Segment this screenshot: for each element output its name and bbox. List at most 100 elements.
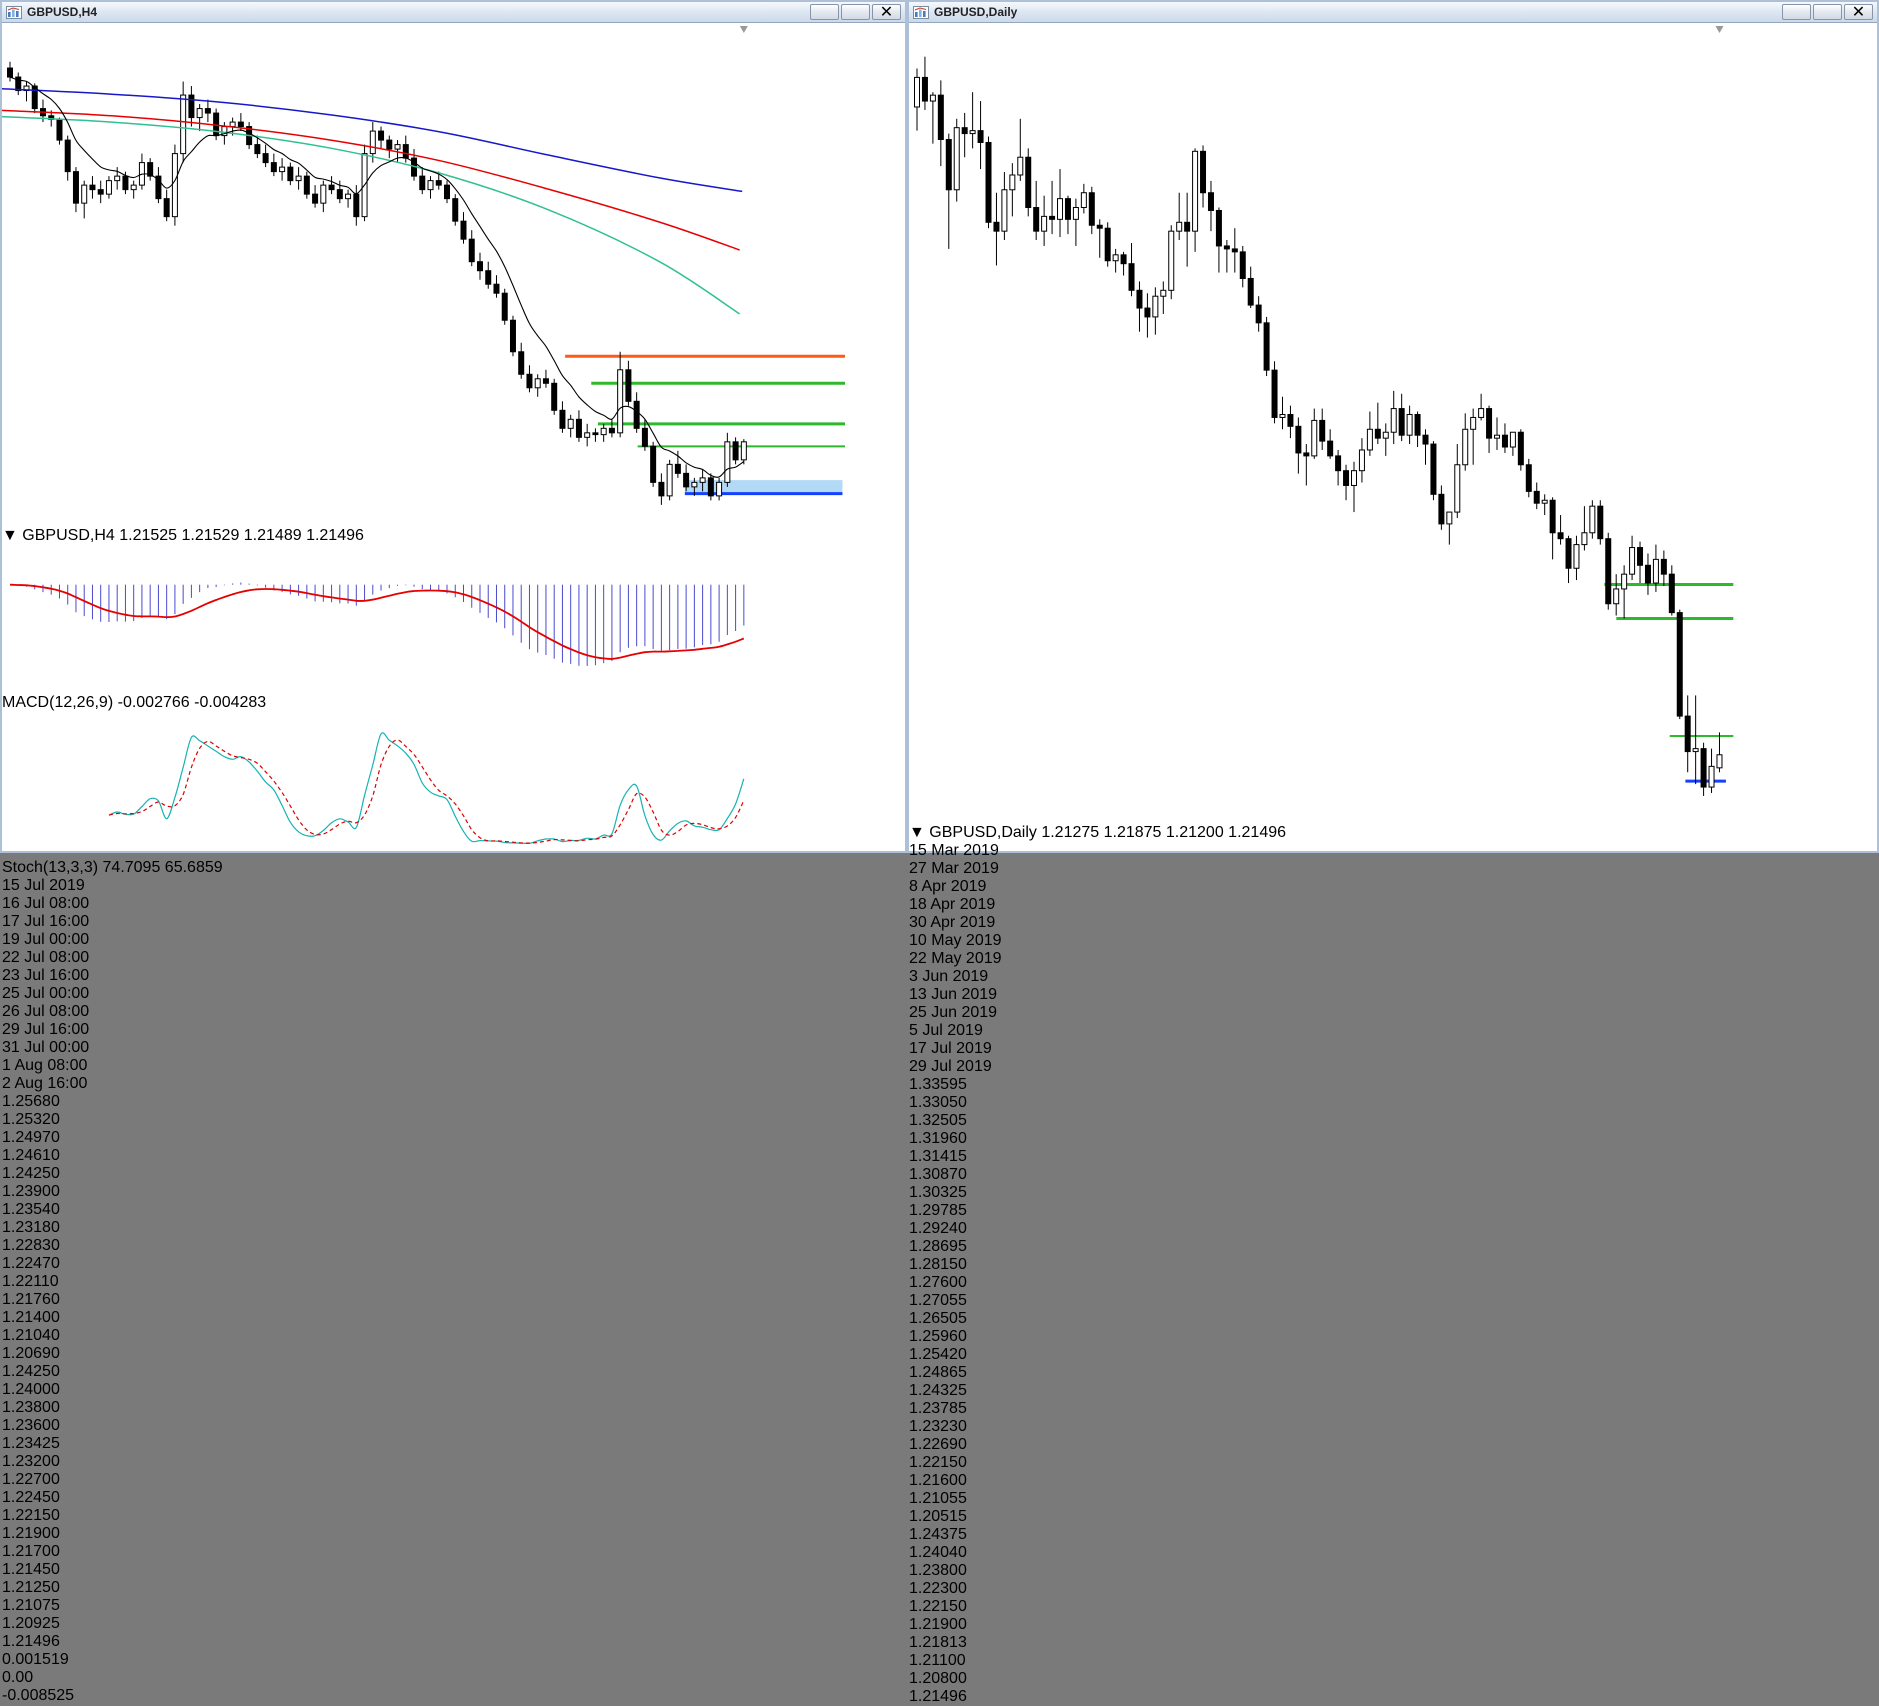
- chart-ohlc-values: 1.21275 1.21875 1.21200 1.21496: [1041, 824, 1287, 841]
- time-axis-label: 25 Jul 00:00: [2, 985, 90, 1002]
- time-axis[interactable]: 15 Jul 2019 16 Jul 08:00 17 Jul 16:00 19 Ju…: [2, 877, 905, 1093]
- chart-ohlc-values: 1.21525 1.21529 1.21489 1.21496: [119, 527, 364, 544]
- level-price-tag: 1.22700: [2, 1471, 60, 1488]
- price-axis-label: 1.22110: [2, 1273, 59, 1290]
- level-price-tag: 1.24040: [909, 1544, 967, 1561]
- stochastic-label: Stoch(13,3,3): [2, 859, 99, 876]
- time-axis-label: 17 Jul 2019: [909, 1040, 992, 1057]
- price-axis-label: 1.22150: [909, 1454, 967, 1471]
- price-axis-label: 1.29240: [909, 1220, 967, 1237]
- symbol-dropdown-icon[interactable]: ▼: [909, 824, 925, 841]
- current-price-tag: 1.21496: [909, 1688, 967, 1705]
- chart-window-icon: [6, 5, 22, 19]
- macd-plot[interactable]: [2, 545, 845, 689]
- level-price-tag: 1.21900: [2, 1525, 60, 1542]
- price-axis-label: 1.25680: [2, 1093, 60, 1110]
- price-axis-label: 1.23540: [2, 1201, 60, 1218]
- minimize-button[interactable]: [1782, 4, 1811, 20]
- stochastic-header: Stoch(13,3,3) 74.7095 65.6859: [2, 859, 905, 877]
- price-axis-label: 1.23900: [2, 1183, 60, 1200]
- price-axis-label: 1.25960: [909, 1328, 967, 1345]
- price-axis-label: 1.23785: [909, 1400, 967, 1417]
- time-axis-label: 23 Jul 16:00: [2, 967, 90, 984]
- minimize-button[interactable]: [810, 4, 839, 20]
- time-axis[interactable]: 15 Mar 2019 27 Mar 2019 8 Apr 2019 18 Apr 2…: [909, 842, 1877, 1076]
- time-axis-label: 2 Aug 16:00: [2, 1075, 88, 1092]
- candlestick-plot[interactable]: [909, 23, 1830, 819]
- time-axis-label: 3 Jun 2019: [909, 968, 989, 985]
- price-axis-label: 0.00: [2, 1669, 34, 1686]
- price-axis-label: 1.22830: [2, 1237, 60, 1254]
- time-axis-label: 15 Jul 2019: [2, 877, 85, 894]
- price-axis-label: 1.28695: [909, 1238, 967, 1255]
- time-axis-label: 29 Jul 2019: [909, 1058, 992, 1075]
- close-button[interactable]: ✕: [872, 4, 901, 21]
- close-icon: ✕: [879, 4, 894, 21]
- time-axis-label: 31 Jul 00:00: [2, 1039, 90, 1056]
- window-titlebar[interactable]: GBPUSD,H4 ✕: [2, 2, 905, 23]
- chart-window-gbpusd-daily: GBPUSD,Daily ✕ ▼ GBPUSD,Daily 1.21275 1.…: [907, 0, 1879, 1705]
- price-axis-label: 1.20690: [2, 1345, 60, 1362]
- price-axis-label: 1.28150: [909, 1256, 967, 1273]
- level-price-tag: 1.24250: [2, 1363, 60, 1380]
- level-price-tag: 1.23600: [2, 1417, 60, 1434]
- time-axis-label: 10 May 2019: [909, 932, 1002, 949]
- time-axis-label: 30 Apr 2019: [909, 914, 996, 931]
- price-axis-label: 1.21040: [2, 1327, 60, 1344]
- restore-button[interactable]: [841, 4, 870, 20]
- price-axis-label: 1.25420: [909, 1346, 967, 1363]
- price-axis-label: 1.21600: [909, 1472, 967, 1489]
- time-axis-label: 1 Aug 08:00: [2, 1057, 88, 1074]
- level-price-tag: 1.20800: [909, 1670, 967, 1687]
- level-price-tag: 1.20925: [2, 1615, 60, 1632]
- macd-label: MACD(12,26,9): [2, 694, 114, 711]
- price-axis-label: -0.008525: [2, 1687, 75, 1704]
- price-axis-label: 1.24250: [2, 1165, 60, 1182]
- price-axis-label: 1.22470: [2, 1255, 60, 1272]
- price-axis[interactable]: 1.33595 1.33050 1.32505 1.31960 1.31415 1.308…: [909, 1076, 1877, 1706]
- close-icon: ✕: [1851, 4, 1866, 21]
- level-price-tag: 1.21250: [2, 1579, 60, 1596]
- restore-button[interactable]: [1813, 4, 1842, 20]
- level-price-tag: 1.23425: [2, 1435, 60, 1452]
- price-axis-label: 1.30870: [909, 1166, 967, 1183]
- time-axis-label: 22 Jul 08:00: [2, 949, 90, 966]
- scroll-marker-icon: [1715, 26, 1724, 33]
- level-price-tag: 1.23800: [2, 1399, 60, 1416]
- time-axis-label: 26 Jul 08:00: [2, 1003, 90, 1020]
- price-axis-label: 1.30325: [909, 1184, 967, 1201]
- macd-panel: MACD(12,26,9) -0.002766 -0.004283: [2, 545, 905, 712]
- window-title: GBPUSD,Daily: [934, 5, 1018, 19]
- price-axis[interactable]: 1.25680 1.25320 1.24970 1.24610 1.24250 1.239…: [2, 1093, 905, 1706]
- time-axis-label: 15 Mar 2019: [909, 842, 999, 859]
- chart-ohlc-header: ▼ GBPUSD,H4 1.21525 1.21529 1.21489 1.21…: [2, 527, 905, 545]
- candlestick-plot[interactable]: [1, 23, 845, 522]
- main-price-panel: ▼ GBPUSD,Daily 1.21275 1.21875 1.21200 1…: [909, 23, 1877, 842]
- level-price-tag: 1.21700: [2, 1543, 60, 1560]
- price-axis-label: 1.22690: [909, 1436, 967, 1453]
- level-price-tag: 1.22450: [2, 1489, 60, 1506]
- stochastic-values: 74.7095 65.6859: [102, 859, 223, 876]
- time-axis-label: 16 Jul 08:00: [2, 895, 90, 912]
- time-axis-label: 8 Apr 2019: [909, 878, 987, 895]
- chart-window-gbpusd-h4: GBPUSD,H4 ✕ ▼ GBPUSD,H4 1.21525 1.21529 …: [0, 0, 907, 1706]
- price-axis-label: 1.23180: [2, 1219, 60, 1236]
- chart-window-icon: [913, 5, 929, 19]
- level-price-tag: 1.21450: [2, 1561, 60, 1578]
- time-axis-label: 18 Apr 2019: [909, 896, 996, 913]
- price-axis-label: 1.27600: [909, 1274, 967, 1291]
- window-titlebar[interactable]: GBPUSD,Daily ✕: [909, 2, 1877, 23]
- level-price-tag: 1.24375: [909, 1526, 967, 1543]
- level-price-tag: 1.22150: [2, 1507, 60, 1524]
- close-button[interactable]: ✕: [1844, 4, 1873, 21]
- macd-header: MACD(12,26,9) -0.002766 -0.004283: [2, 694, 905, 712]
- level-price-tag: 1.22150: [909, 1598, 967, 1615]
- level-price-tag: 1.21100: [909, 1652, 966, 1669]
- stochastic-plot[interactable]: [2, 712, 845, 854]
- scroll-marker-icon: [739, 26, 748, 33]
- level-price-tag: 1.23800: [909, 1562, 967, 1579]
- time-axis-label: 13 Jun 2019: [909, 986, 998, 1003]
- price-axis-label: 1.32505: [909, 1112, 967, 1129]
- symbol-dropdown-icon[interactable]: ▼: [2, 527, 18, 544]
- time-axis-label: 29 Jul 16:00: [2, 1021, 90, 1038]
